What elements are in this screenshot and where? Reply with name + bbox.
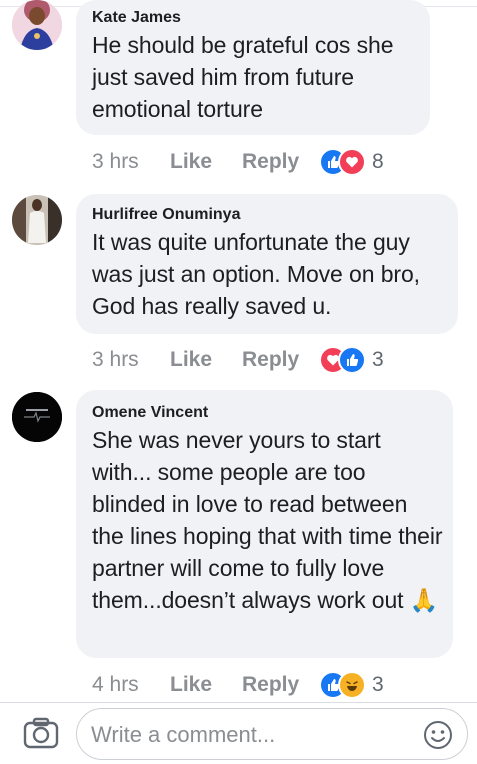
love-reaction-icon [338, 148, 366, 176]
comment-author[interactable]: Kate James [92, 8, 416, 28]
reaction-summary[interactable]: 8 [319, 148, 384, 176]
comment-text: He should be grateful cos she just saved… [92, 32, 394, 122]
avatar[interactable] [12, 0, 62, 50]
reply-button[interactable]: Reply [242, 150, 319, 174]
comment-actions: 4 hrs Like Reply 3 [92, 670, 384, 700]
avatar-image [12, 195, 62, 245]
comment-author[interactable]: Hurlifree Onuminya [92, 205, 444, 225]
avatar[interactable] [12, 195, 62, 245]
like-button[interactable]: Like [170, 150, 242, 174]
comment-bubble: Kate James He should be grateful cos she… [76, 0, 430, 135]
reaction-count: 3 [372, 673, 384, 696]
praying-hands-emoji: 🙏 [409, 587, 439, 613]
comment-time[interactable]: 4 hrs [92, 673, 170, 697]
comment-bubble: Hurlifree Onuminya It was quite unfortun… [76, 194, 458, 334]
haha-reaction-icon [338, 671, 366, 699]
comment-time[interactable]: 3 hrs [92, 348, 170, 372]
reaction-count: 8 [372, 150, 384, 173]
reaction-summary[interactable]: 3 [319, 346, 384, 374]
comment-actions: 3 hrs Like Reply 8 [92, 147, 384, 177]
comment-time[interactable]: 3 hrs [92, 150, 170, 174]
avatar[interactable] [12, 392, 62, 442]
reply-button[interactable]: Reply [242, 348, 319, 372]
comment-text: She was never yours to start with... som… [92, 424, 444, 616]
reply-button[interactable]: Reply [242, 673, 319, 697]
emoji-icon[interactable] [423, 720, 453, 750]
comment-input-container[interactable] [76, 708, 468, 760]
comment-actions: 3 hrs Like Reply 3 [92, 345, 384, 375]
comment-text: It was quite unfortunate the guy was jus… [92, 229, 420, 319]
comment-bubble: Omene Vincent She was never yours to sta… [76, 390, 453, 658]
camera-icon[interactable] [22, 715, 60, 753]
comment-author[interactable]: Omene Vincent [92, 403, 439, 423]
avatar-image [12, 0, 62, 50]
composer-divider [0, 702, 477, 703]
reaction-summary[interactable]: 3 [319, 671, 384, 699]
comment-input[interactable] [89, 719, 413, 751]
like-reaction-icon [338, 346, 366, 374]
like-button[interactable]: Like [170, 348, 242, 372]
like-button[interactable]: Like [170, 673, 242, 697]
comment-text-body: She was never yours to start with... som… [92, 427, 443, 613]
avatar-image [12, 392, 62, 442]
reaction-count: 3 [372, 348, 384, 371]
